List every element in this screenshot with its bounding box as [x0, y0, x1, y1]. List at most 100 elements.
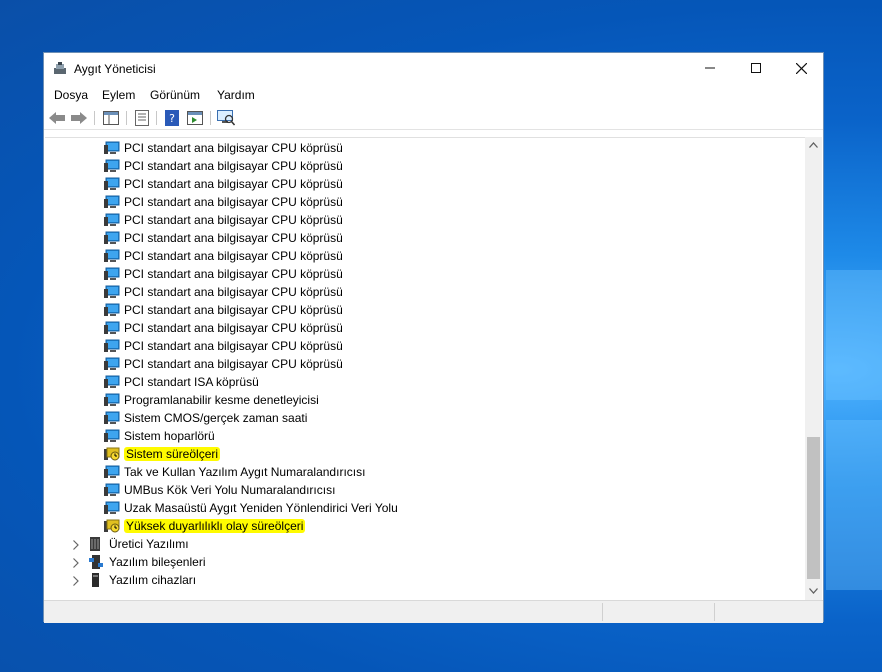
device-item[interactable]: PCI standart ana bilgisayar CPU köprüsü — [104, 175, 343, 193]
device-item-label: Yüksek duyarlılıklı olay süreölçeri — [124, 519, 306, 533]
back-arrow-icon — [49, 112, 65, 124]
device-item[interactable]: PCI standart ana bilgisayar CPU köprüsü — [104, 337, 343, 355]
expand-arrow-icon[interactable] — [73, 535, 83, 553]
menu-gorunum[interactable]: Görünüm — [150, 88, 200, 102]
system-device-icon — [104, 249, 120, 263]
timer-device-icon — [104, 447, 120, 461]
system-device-icon — [104, 483, 120, 497]
system-device-icon — [104, 429, 120, 443]
device-item[interactable]: PCI standart ana bilgisayar CPU köprüsü — [104, 229, 343, 247]
maximize-icon — [751, 63, 761, 73]
system-device-icon — [104, 213, 120, 227]
system-device-icon — [104, 339, 120, 353]
scroll-up-button[interactable] — [805, 137, 822, 153]
device-item-label: PCI standart ana bilgisayar CPU köprüsü — [124, 177, 343, 191]
device-item[interactable]: UMBus Kök Veri Yolu Numaralandırıcısı — [104, 481, 335, 499]
device-item[interactable]: Sistem CMOS/gerçek zaman saati — [104, 409, 307, 427]
system-device-icon — [104, 411, 120, 425]
toolbar-separator — [210, 111, 211, 125]
system-device-icon — [104, 375, 120, 389]
system-device-icon — [104, 501, 120, 515]
close-button[interactable] — [778, 53, 824, 83]
category-item[interactable]: Yazılım cihazları — [89, 571, 196, 589]
menu-dosya[interactable]: Dosya — [54, 88, 88, 102]
menu-eylem[interactable]: Eylem — [102, 88, 135, 102]
desktop-light-beam — [826, 420, 882, 590]
forward-button[interactable] — [70, 109, 88, 127]
expand-arrow-icon[interactable] — [73, 571, 83, 589]
forward-arrow-icon — [71, 112, 87, 124]
device-manager-icon — [54, 62, 66, 74]
scroll-down-button[interactable] — [805, 583, 822, 599]
device-item[interactable]: Tak ve Kullan Yazılım Aygıt Numaralandır… — [104, 463, 365, 481]
device-item[interactable]: PCI standart ana bilgisayar CPU köprüsü — [104, 301, 343, 319]
device-list-icon — [135, 110, 149, 126]
device-item-label: PCI standart ana bilgisayar CPU köprüsü — [124, 303, 343, 317]
device-item[interactable]: Sistem süreölçeri — [104, 445, 221, 463]
device-item-label: Sistem hoparlörü — [124, 429, 215, 443]
category-item-label: Yazılım bileşenleri — [109, 555, 206, 569]
device-item[interactable]: Programlanabilir kesme denetleyicisi — [104, 391, 319, 409]
svg-text:?: ? — [169, 112, 175, 125]
properties-pane-icon — [103, 111, 119, 125]
device-item-label: PCI standart ana bilgisayar CPU köprüsü — [124, 213, 343, 227]
device-item[interactable]: Sistem hoparlörü — [104, 427, 215, 445]
help-button[interactable]: ? — [163, 109, 181, 127]
category-item[interactable]: Yazılım bileşenleri — [89, 553, 205, 571]
device-item-label: UMBus Kök Veri Yolu Numaralandırıcısı — [124, 483, 336, 497]
device-item-label: PCI standart ana bilgisayar CPU köprüsü — [124, 339, 343, 353]
device-item[interactable]: PCI standart ana bilgisayar CPU köprüsü — [104, 265, 343, 283]
firmware-icon — [89, 536, 105, 551]
expand-arrow-icon[interactable] — [73, 553, 83, 571]
device-item-label: PCI standart ana bilgisayar CPU köprüsü — [124, 231, 343, 245]
title-bar[interactable]: Aygıt Yöneticisi — [44, 53, 823, 85]
system-device-icon — [104, 159, 120, 173]
system-device-icon — [104, 141, 120, 155]
run-button[interactable] — [186, 109, 204, 127]
software-devices-icon — [89, 572, 105, 587]
scan-hardware-button[interactable] — [217, 109, 235, 127]
menu-yardim[interactable]: Yardım — [217, 88, 255, 102]
device-item-label: PCI standart ISA köprüsü — [124, 375, 259, 389]
device-item[interactable]: PCI standart ana bilgisayar CPU köprüsü — [104, 283, 343, 301]
back-button[interactable] — [48, 109, 66, 127]
window-title: Aygıt Yöneticisi — [74, 62, 156, 76]
maximize-button[interactable] — [733, 53, 779, 83]
device-item-label: PCI standart ana bilgisayar CPU köprüsü — [124, 159, 343, 173]
device-item[interactable]: PCI standart ana bilgisayar CPU köprüsü — [104, 211, 343, 229]
device-item[interactable]: PCI standart ana bilgisayar CPU köprüsü — [104, 355, 343, 373]
software-components-icon — [89, 554, 105, 569]
category-item-label: Yazılım cihazları — [109, 573, 197, 587]
device-item[interactable]: PCI standart ana bilgisayar CPU köprüsü — [104, 139, 343, 157]
scrollbar-thumb[interactable] — [807, 437, 820, 579]
device-item-label: PCI standart ana bilgisayar CPU köprüsü — [124, 285, 343, 299]
device-tree: PCI standart ana bilgisayar CPU köprüsü P… — [45, 137, 805, 601]
device-item[interactable]: PCI standart ISA köprüsü — [104, 373, 259, 391]
device-item[interactable]: PCI standart ana bilgisayar CPU köprüsü — [104, 157, 343, 175]
device-item[interactable]: Uzak Masaüstü Aygıt Yeniden Yönlendirici… — [104, 499, 398, 517]
system-device-icon — [104, 285, 120, 299]
system-device-icon — [104, 465, 120, 479]
device-item-label: Tak ve Kullan Yazılım Aygıt Numaralandır… — [124, 465, 366, 479]
toolbar-separator — [156, 111, 157, 125]
close-icon — [795, 62, 807, 74]
category-item-label: Üretici Yazılımı — [109, 537, 189, 551]
menu-bar: Dosya Eylem Görünüm Yardım — [44, 85, 823, 105]
device-manager-window: Aygıt Yöneticisi Dosya Eylem Görünüm Yar… — [43, 52, 824, 623]
desktop-light-beam — [826, 270, 882, 400]
toolbar-separator — [126, 111, 127, 125]
category-item[interactable]: Üretici Yazılımı — [89, 535, 189, 553]
device-item[interactable]: PCI standart ana bilgisayar CPU köprüsü — [104, 193, 343, 211]
status-separator — [714, 603, 715, 621]
chevron-down-icon — [809, 588, 818, 594]
device-list-button[interactable] — [133, 109, 151, 127]
system-device-icon — [104, 231, 120, 245]
vertical-scrollbar[interactable] — [805, 137, 822, 600]
device-item[interactable]: Yüksek duyarlılıklı olay süreölçeri — [104, 517, 306, 535]
system-device-icon — [104, 321, 120, 335]
properties-pane-button[interactable] — [102, 109, 120, 127]
minimize-button[interactable] — [687, 53, 733, 83]
device-item[interactable]: PCI standart ana bilgisayar CPU köprüsü — [104, 247, 343, 265]
device-item[interactable]: PCI standart ana bilgisayar CPU köprüsü — [104, 319, 343, 337]
system-device-icon — [104, 195, 120, 209]
